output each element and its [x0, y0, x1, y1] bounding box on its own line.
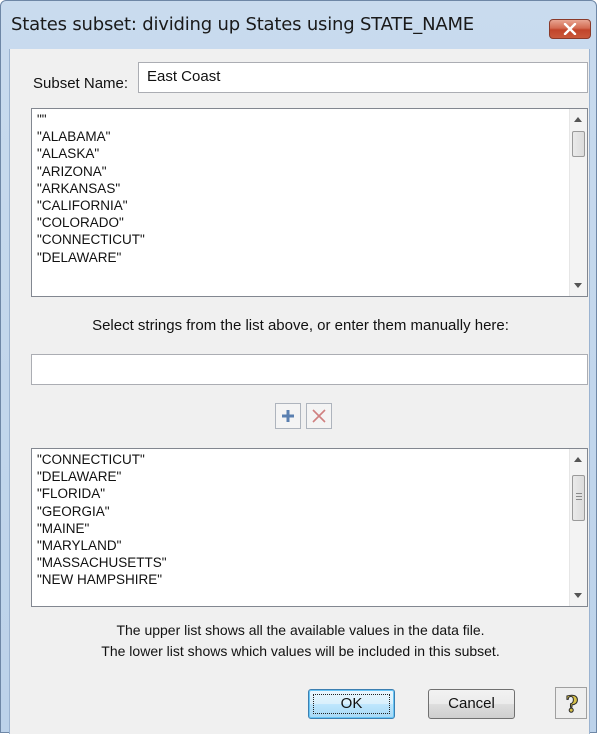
list-item[interactable]: "CONNECTICUT": [37, 451, 167, 468]
instruction-text: Select strings from the list above, or e…: [92, 317, 509, 334]
subset-name-input[interactable]: East Coast: [138, 62, 588, 93]
list-item[interactable]: "NEW HAMPSHIRE": [37, 571, 167, 588]
scroll-thumb[interactable]: [572, 475, 585, 521]
list-item[interactable]: "": [37, 111, 145, 128]
scroll-down-icon[interactable]: [574, 283, 582, 288]
dialog-client-area: Subset Name: East Coast "" "ALABAMA" "ALAS…: [9, 49, 590, 734]
list-item[interactable]: "CALIFORNIA": [37, 197, 145, 214]
remove-button[interactable]: [306, 403, 332, 429]
selected-values-scrollbar[interactable]: [569, 449, 587, 606]
manual-entry-input[interactable]: [31, 354, 588, 385]
list-item[interactable]: "CONNECTICUT": [37, 231, 145, 248]
scroll-up-icon[interactable]: [574, 457, 582, 462]
list-item[interactable]: "MASSACHUSETTS": [37, 554, 167, 571]
help-icon: ?: [565, 692, 579, 718]
add-button[interactable]: [275, 403, 301, 429]
info-line-2: The lower list shows which values will b…: [101, 643, 500, 659]
x-icon: [312, 409, 326, 423]
list-item[interactable]: "COLORADO": [37, 214, 145, 231]
list-item[interactable]: "GEORGIA": [37, 503, 167, 520]
list-item[interactable]: "ALASKA": [37, 145, 145, 162]
list-item[interactable]: "MARYLAND": [37, 537, 167, 554]
close-icon: [563, 23, 577, 35]
svg-text:?: ?: [566, 692, 579, 717]
list-item[interactable]: "ALABAMA": [37, 128, 145, 145]
dialog-window: States subset: dividing up States using …: [0, 0, 597, 734]
selected-values-items: "CONNECTICUT" "DELAWARE" "FLORIDA" "GEORGIA…: [37, 451, 167, 589]
available-values-items: "" "ALABAMA" "ALASKA" "ARIZONA" "ARKANSAS" "C…: [37, 111, 145, 266]
list-item[interactable]: "ARKANSAS": [37, 180, 145, 197]
ok-button[interactable]: OK: [308, 689, 395, 719]
list-item[interactable]: "MAINE": [37, 520, 167, 537]
window-title: States subset: dividing up States using …: [11, 14, 474, 35]
plus-icon: [282, 410, 294, 422]
scroll-thumb[interactable]: [572, 131, 585, 157]
available-values-list[interactable]: "" "ALABAMA" "ALASKA" "ARIZONA" "ARKANSAS" "C…: [31, 108, 588, 297]
title-bar[interactable]: States subset: dividing up States using …: [1, 1, 596, 49]
list-item[interactable]: "DELAWARE": [37, 249, 145, 266]
close-button[interactable]: [549, 19, 591, 39]
scroll-down-icon[interactable]: [574, 593, 582, 598]
scroll-up-icon[interactable]: [574, 117, 582, 122]
available-values-scrollbar[interactable]: [569, 109, 587, 296]
info-line-1: The upper list shows all the available v…: [116, 622, 485, 638]
help-button[interactable]: ?: [555, 687, 587, 719]
subset-name-label: Subset Name:: [33, 75, 129, 92]
cancel-button-label: Cancel: [448, 695, 495, 712]
list-item[interactable]: "DELAWARE": [37, 468, 167, 485]
list-item[interactable]: "FLORIDA": [37, 485, 167, 502]
selected-values-list[interactable]: "CONNECTICUT" "DELAWARE" "FLORIDA" "GEORGIA…: [31, 448, 588, 607]
cancel-button[interactable]: Cancel: [428, 689, 515, 719]
list-item[interactable]: "ARIZONA": [37, 163, 145, 180]
